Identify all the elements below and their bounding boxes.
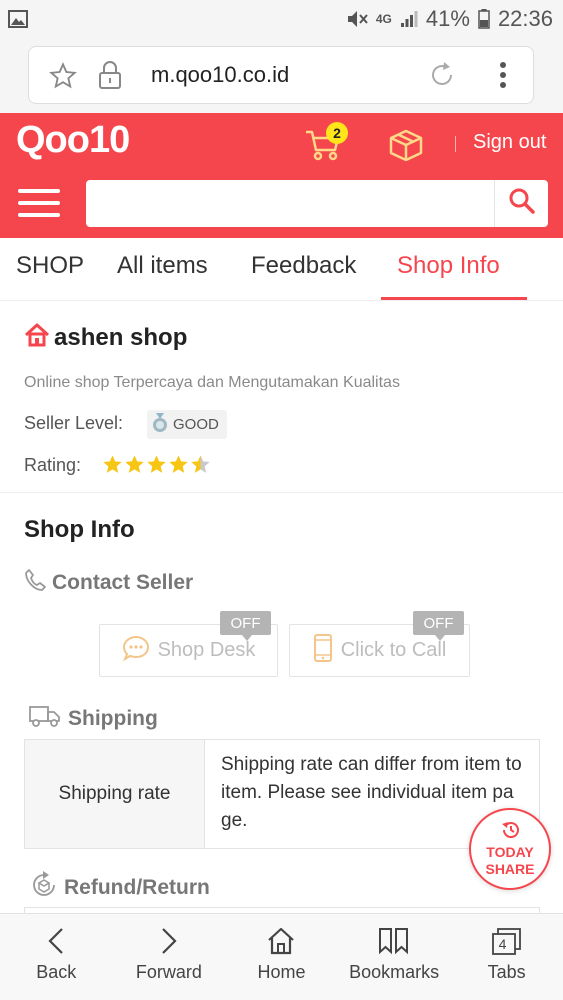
battery-icon xyxy=(478,9,490,29)
bookmarks-label: Bookmarks xyxy=(349,962,440,982)
status-bar: 4G 41% 22:36 xyxy=(0,0,563,38)
search-input[interactable] xyxy=(86,180,548,227)
bookmarks-button[interactable]: Bookmarks xyxy=(338,914,451,1000)
mobile-phone-icon xyxy=(313,633,333,669)
clock: 22:36 xyxy=(497,6,553,31)
refund-return-title: Refund/Return xyxy=(64,876,210,899)
refund-return-heading: Refund/Return xyxy=(30,871,210,905)
address-bar[interactable]: m.qoo10.co.id xyxy=(28,46,534,104)
star-icon xyxy=(125,455,144,473)
star-icon xyxy=(147,455,166,473)
tab-feedback[interactable]: Feedback xyxy=(251,252,356,280)
tabs-icon: 4 xyxy=(490,926,524,956)
image-icon xyxy=(8,10,28,28)
active-tab-indicator xyxy=(381,297,527,300)
battery-percent: 41% xyxy=(425,6,470,31)
forward-label: Forward xyxy=(135,962,202,982)
search-button[interactable] xyxy=(494,180,548,227)
home-icon xyxy=(266,926,296,956)
tabs-label: Tabs xyxy=(487,962,526,982)
star-icon[interactable] xyxy=(49,62,77,95)
qoo10-logo[interactable]: Qoo10 xyxy=(16,119,130,162)
tab-shop[interactable]: SHOP xyxy=(16,252,84,280)
shipping-heading: Shipping xyxy=(28,704,158,734)
shop-name: ashen shop xyxy=(54,323,188,351)
bookmarks-icon xyxy=(377,926,411,956)
cart-count-badge: 2 xyxy=(326,122,348,144)
seller-level-value: GOOD xyxy=(173,416,219,433)
url-text[interactable]: m.qoo10.co.id xyxy=(151,62,289,88)
click-to-call-label: Click to Call xyxy=(340,639,447,661)
forward-button[interactable]: Forward xyxy=(113,914,226,1000)
shop-home-icon xyxy=(24,323,50,352)
shipping-table: Shipping rate Shipping rate can differ f… xyxy=(24,739,540,849)
rating-stars xyxy=(102,454,211,475)
back-arrow-icon xyxy=(46,926,66,956)
today-share-line1: TODAY xyxy=(486,844,534,860)
star-icon xyxy=(169,455,188,473)
lock-icon xyxy=(97,60,123,95)
seller-level-badge: GOOD xyxy=(147,410,227,439)
shop-summary: ashen shop Online shop Terpercaya dan Me… xyxy=(0,301,563,493)
home-label: Home xyxy=(257,962,306,982)
search-icon xyxy=(508,187,536,220)
truck-icon xyxy=(28,704,62,734)
shop-desk-off-tag: OFF xyxy=(220,611,271,641)
refund-icon xyxy=(30,871,58,905)
contact-seller-heading: Contact Seller xyxy=(24,568,193,598)
history-clock-icon xyxy=(499,820,521,844)
package-icon[interactable] xyxy=(389,129,423,166)
today-share-line2: SHARE xyxy=(485,861,535,877)
back-label: Back xyxy=(36,962,77,982)
shop-desk-label: Shop Desk xyxy=(157,639,256,661)
network-label: 4G xyxy=(375,12,392,26)
shipping-rate-label: Shipping rate xyxy=(25,740,205,848)
forward-arrow-icon xyxy=(159,926,179,956)
today-share-button[interactable]: TODAY SHARE xyxy=(469,808,551,890)
contact-seller-title: Contact Seller xyxy=(52,571,194,594)
tab-count: 4 xyxy=(498,936,507,952)
header-divider xyxy=(455,136,456,152)
site-header: Qoo10 2 Sign out xyxy=(0,113,563,238)
home-button[interactable]: Home xyxy=(225,914,338,1000)
rating-label: Rating: xyxy=(24,455,82,475)
chat-bubble-icon xyxy=(122,635,150,667)
shipping-title: Shipping xyxy=(68,707,158,730)
tab-all-items[interactable]: All items xyxy=(117,252,208,280)
shop-tabs: SHOP All items Feedback Shop Info xyxy=(0,238,563,301)
click-to-call-off-tag: OFF xyxy=(413,611,464,641)
tab-shop-info[interactable]: Shop Info xyxy=(397,252,500,280)
star-icon xyxy=(191,455,210,473)
shop-description: Online shop Terpercaya dan Mengutamakan … xyxy=(24,374,400,391)
signal-icon xyxy=(400,10,418,28)
seller-level-label: Seller Level: xyxy=(24,413,124,433)
browser-toolbar: m.qoo10.co.id xyxy=(0,38,563,113)
back-button[interactable]: Back xyxy=(0,914,113,1000)
phone-icon xyxy=(24,568,46,598)
sign-out-link[interactable]: Sign out xyxy=(473,131,546,154)
mute-icon xyxy=(346,9,368,29)
tabs-button[interactable]: 4 Tabs xyxy=(450,914,563,1000)
more-options-icon[interactable] xyxy=(499,61,507,94)
hamburger-menu-icon[interactable] xyxy=(18,187,60,219)
star-icon xyxy=(103,455,122,473)
shop-info-title: Shop Info xyxy=(24,516,135,543)
medal-icon xyxy=(151,412,169,437)
reload-icon[interactable] xyxy=(427,60,457,95)
browser-bottom-bar: Back Forward Home Bookmarks 4 Tabs xyxy=(0,913,563,1000)
